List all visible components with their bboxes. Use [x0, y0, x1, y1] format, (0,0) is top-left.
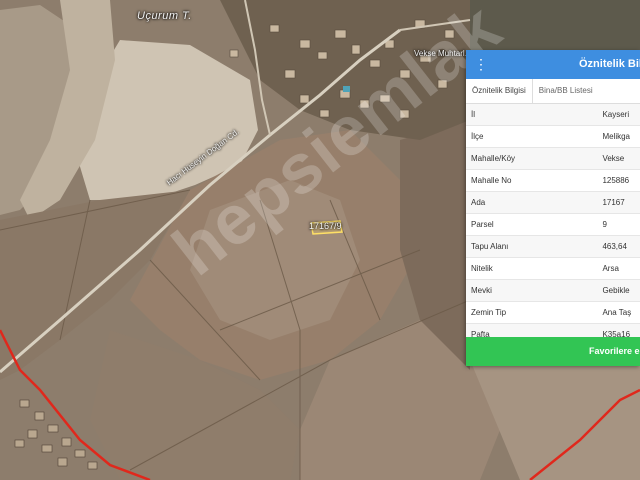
- attribute-row: Mevki Gebikle: [466, 280, 640, 302]
- attribute-key: İlçe: [471, 132, 484, 141]
- attribute-key: Mahalle No: [471, 176, 512, 185]
- attribute-key: Mahalle/Köy: [471, 154, 516, 163]
- panel-tabs: Öznitelik Bilgisi Bina/BB Listesi: [466, 79, 640, 104]
- attribute-value: Vekse: [602, 154, 625, 163]
- attribute-value: Ana Taş: [602, 308, 632, 317]
- attribute-row: Tapu Alanı 463,64: [466, 236, 640, 258]
- attribute-value: Arsa: [602, 264, 619, 273]
- attribute-panel: ⋮ Öznitelik Bilgi Öznitelik Bilgisi Bina…: [466, 50, 640, 366]
- parcel-label: 17167/9: [309, 221, 342, 231]
- attribute-row: İlçe Melikga: [466, 126, 640, 148]
- attribute-value: Kayseri: [602, 110, 630, 119]
- attribute-key: Ada: [471, 198, 486, 207]
- attribute-key: İl: [471, 110, 475, 119]
- attribute-value: 17167: [602, 198, 625, 207]
- attribute-row: Ada 17167: [466, 192, 640, 214]
- attribute-key: Tapu Alanı: [471, 242, 509, 251]
- attribute-value: Melikga: [602, 132, 631, 141]
- add-to-favorites-button[interactable]: Favorilere ek: [466, 337, 640, 366]
- attribute-value: 463,64: [602, 242, 627, 251]
- attribute-value: 125886: [602, 176, 630, 185]
- attribute-row: Nitelik Arsa: [466, 258, 640, 280]
- attribute-value: 9: [602, 220, 607, 229]
- place-label: Uçurum T.: [137, 10, 192, 22]
- attribute-row: Mahalle No 125886: [466, 170, 640, 192]
- add-to-favorites-label: Favorilere ek: [589, 346, 640, 356]
- attribute-key: Parsel: [471, 220, 494, 229]
- attribute-key: Nitelik: [471, 264, 493, 273]
- attribute-row: Mahalle/Köy Vekse: [466, 148, 640, 170]
- attribute-row: İl Kayseri: [466, 104, 640, 126]
- attribute-value: Gebikle: [602, 286, 630, 295]
- attribute-row: Parsel 9: [466, 214, 640, 236]
- tab-building-list[interactable]: Bina/BB Listesi: [533, 79, 599, 103]
- panel-title: Öznitelik Bilgi: [579, 58, 640, 70]
- attribute-key: Mevki: [471, 286, 492, 295]
- attribute-table: İl Kayseri İlçe Melikga Mahalle/Köy Vekse Maha…: [466, 104, 640, 346]
- attribute-row: Zemin Tip Ana Taş: [466, 302, 640, 324]
- tab-attribute-info[interactable]: Öznitelik Bilgisi: [466, 79, 533, 103]
- attribute-key: Zemin Tip: [471, 308, 507, 317]
- kebab-menu-icon[interactable]: ⋮: [474, 56, 488, 72]
- panel-header: ⋮ Öznitelik Bilgi: [466, 50, 640, 79]
